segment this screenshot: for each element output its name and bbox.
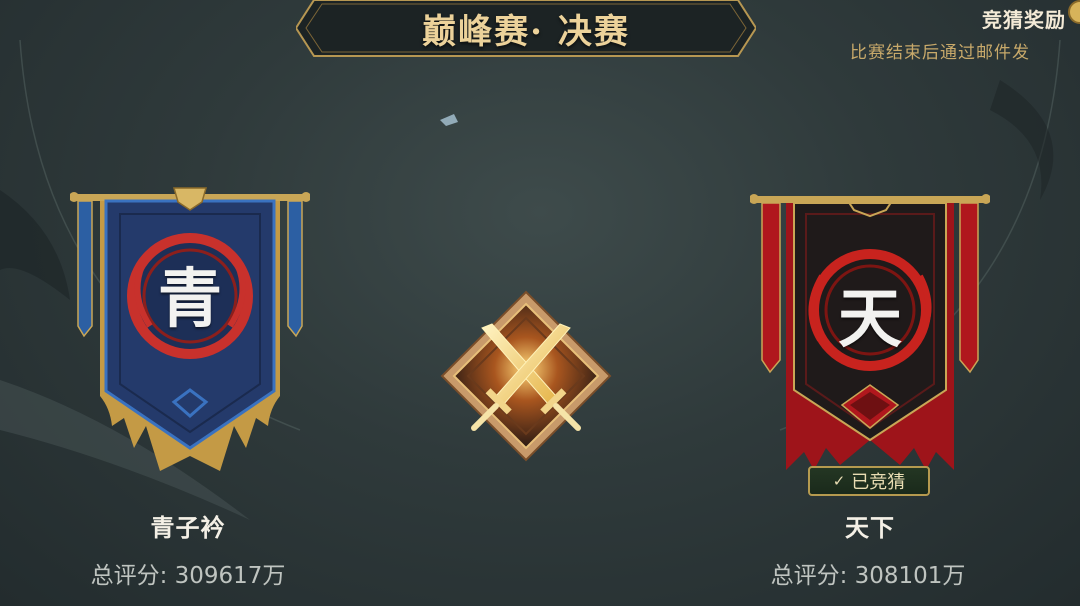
team-emblem-right: 天: [838, 283, 902, 357]
team-score-right: 总评分: 308101万: [770, 563, 966, 589]
team-banner-right[interactable]: 天: [750, 190, 990, 490]
team-emblem-left: 青: [158, 263, 222, 337]
title-plaque: 巅峰赛· 决赛: [296, 0, 756, 60]
guess-reward-note: 比赛结束后通过邮件发: [850, 43, 1030, 63]
guessed-label: 已竞猜: [851, 472, 906, 493]
team-name-right: 天下: [845, 513, 895, 542]
coin-icon[interactable]: [1064, 0, 1080, 30]
guess-reward-title[interactable]: 竞猜奖励: [982, 4, 1066, 33]
check-icon: ✓: [832, 472, 846, 490]
crossed-swords-icon: [440, 290, 612, 462]
team-name-left: 青子衿: [150, 513, 226, 542]
team-score-left: 总评分: 309617万: [90, 563, 286, 589]
team-banner-left[interactable]: 青: [70, 186, 310, 486]
page-title: 巅峰赛· 决赛: [422, 11, 630, 52]
guessed-badge: ✓ 已竞猜: [808, 466, 930, 496]
